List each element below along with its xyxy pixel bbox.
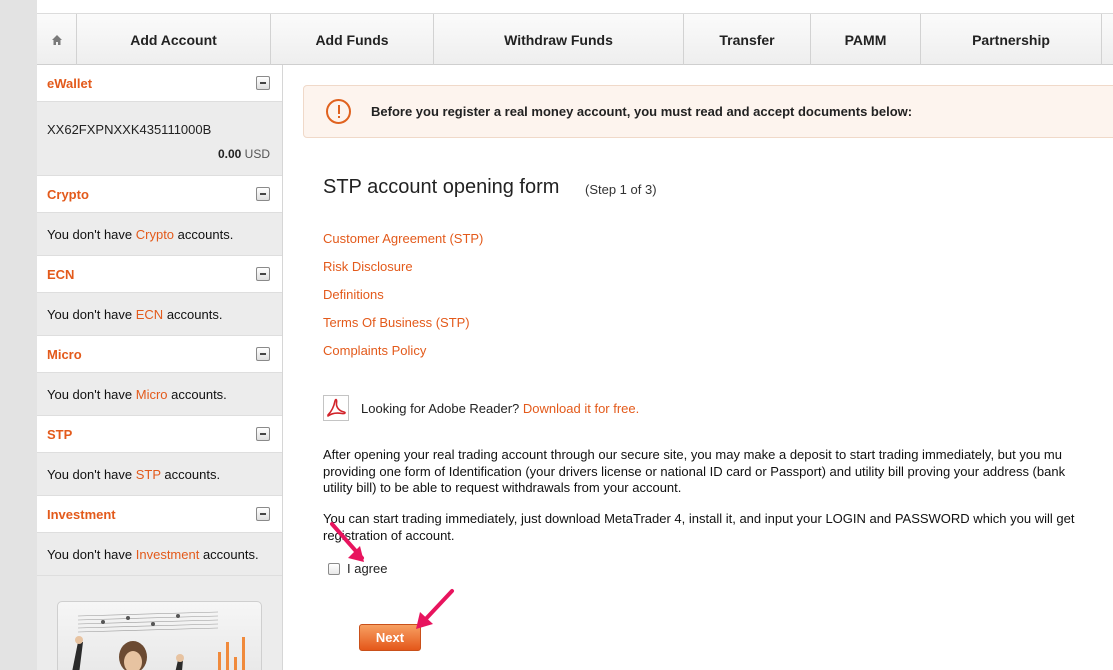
collapse-icon[interactable] bbox=[256, 267, 270, 281]
doc-link-risk-disclosure[interactable]: Risk Disclosure bbox=[323, 259, 413, 274]
step-indicator: (Step 1 of 3) bbox=[585, 182, 657, 197]
ewallet-body: XX62FXPNXXK435111000B 0.00 USD bbox=[37, 102, 282, 176]
investment-message: You don't have Investment accounts. bbox=[47, 547, 259, 562]
paragraph-line: utility bill) to be able to request with… bbox=[323, 480, 682, 495]
ecn-message: You don't have ECN accounts. bbox=[47, 307, 222, 322]
page-title: STP account opening form bbox=[323, 176, 560, 198]
doc-link-customer-agreement[interactable]: Customer Agreement (STP) bbox=[323, 231, 483, 246]
account-type-link[interactable]: STP bbox=[136, 467, 161, 482]
home-icon bbox=[51, 34, 62, 45]
investment-body: You don't have Investment accounts. bbox=[37, 533, 282, 576]
nav-pamm[interactable]: PAMM bbox=[811, 14, 921, 65]
annotation-arrow-icon bbox=[416, 589, 454, 629]
collapse-icon[interactable] bbox=[256, 76, 270, 90]
paragraph-line: After opening your real trading account … bbox=[323, 447, 1062, 462]
investment-header: Investment bbox=[37, 496, 282, 533]
paragraph-line: providing one form of Identification (yo… bbox=[323, 463, 1066, 479]
top-strip bbox=[37, 0, 1113, 14]
crypto-message: You don't have Crypto accounts. bbox=[47, 227, 233, 242]
account-type-link[interactable]: Crypto bbox=[136, 227, 174, 242]
adobe-reader-download-link[interactable]: Download it for free. bbox=[523, 401, 639, 416]
main-content: Before you register a real money account… bbox=[284, 65, 1113, 670]
ewallet-header: eWallet bbox=[37, 65, 282, 102]
ewallet-balance: 0.00 USD bbox=[218, 147, 270, 161]
collapse-icon[interactable] bbox=[256, 427, 270, 441]
promo-image bbox=[72, 611, 245, 670]
paragraph-line: registration of account. bbox=[323, 527, 455, 543]
crypto-body: You don't have Crypto accounts. bbox=[37, 213, 282, 256]
ewallet-balance-value: 0.00 bbox=[217, 147, 242, 161]
nav-transfer[interactable]: Transfer bbox=[684, 14, 811, 65]
notice-text: Before you register a real money account… bbox=[371, 104, 913, 119]
message-prefix: You don't have bbox=[47, 466, 136, 482]
pdf-icon bbox=[323, 395, 349, 421]
app-window: Add Account Add Funds Withdraw Funds Tra… bbox=[37, 0, 1113, 670]
crypto-title: Crypto bbox=[47, 186, 89, 202]
ecn-title: ECN bbox=[47, 266, 75, 282]
adobe-reader-prompt: Looking for Adobe Reader? Download it fo… bbox=[361, 401, 639, 416]
adobe-reader-text: Looking for Adobe Reader? bbox=[361, 401, 520, 416]
message-suffix: accounts. bbox=[160, 466, 221, 482]
investment-title: Investment bbox=[47, 506, 116, 522]
stp-title: STP bbox=[47, 426, 73, 442]
account-type-link[interactable]: Micro bbox=[136, 387, 168, 402]
stp-message: You don't have STP accounts. bbox=[47, 467, 220, 482]
nav-add-funds[interactable]: Add Funds bbox=[271, 14, 434, 65]
micro-title: Micro bbox=[47, 346, 82, 362]
ecn-body: You don't have ECN accounts. bbox=[37, 293, 282, 336]
stp-body: You don't have STP accounts. bbox=[37, 453, 282, 496]
message-prefix: You don't have bbox=[47, 546, 136, 562]
doc-link-complaints-policy[interactable]: Complaints Policy bbox=[323, 343, 426, 358]
collapse-icon[interactable] bbox=[256, 347, 270, 361]
micro-message: You don't have Micro accounts. bbox=[47, 387, 227, 402]
info-paragraph-1: After opening your real trading account … bbox=[323, 447, 1113, 497]
message-prefix: You don't have bbox=[47, 386, 136, 402]
doc-link-definitions[interactable]: Definitions bbox=[323, 287, 384, 302]
promo-banner[interactable] bbox=[57, 601, 262, 670]
top-nav: Add Account Add Funds Withdraw Funds Tra… bbox=[37, 14, 1113, 65]
stp-header: STP bbox=[37, 416, 282, 453]
message-prefix: You don't have bbox=[47, 306, 136, 322]
collapse-icon[interactable] bbox=[256, 187, 270, 201]
notice-banner: Before you register a real money account… bbox=[303, 85, 1113, 138]
message-suffix: accounts. bbox=[199, 546, 259, 562]
ecn-header: ECN bbox=[37, 256, 282, 293]
account-type-link[interactable]: Investment bbox=[136, 547, 200, 562]
account-type-link[interactable]: ECN bbox=[136, 307, 163, 322]
ewallet-currency: USD bbox=[244, 147, 270, 161]
nav-withdraw-funds[interactable]: Withdraw Funds bbox=[434, 14, 684, 65]
sidebar: eWallet XX62FXPNXXK435111000B 0.00 USD C… bbox=[37, 65, 283, 670]
message-suffix: accounts. bbox=[174, 226, 234, 242]
nav-home-button[interactable] bbox=[37, 14, 77, 65]
ewallet-account-id: XX62FXPNXXK435111000B bbox=[47, 122, 212, 137]
nav-add-account[interactable]: Add Account bbox=[77, 14, 271, 65]
collapse-icon[interactable] bbox=[256, 507, 270, 521]
micro-body: You don't have Micro accounts. bbox=[37, 373, 282, 416]
message-prefix: You don't have bbox=[47, 226, 136, 242]
warning-icon bbox=[326, 99, 351, 124]
info-paragraph-2: You can start trading immediately, just … bbox=[323, 511, 1113, 544]
annotation-arrow-icon bbox=[330, 522, 364, 562]
message-suffix: accounts. bbox=[163, 306, 223, 322]
crypto-header: Crypto bbox=[37, 176, 282, 213]
nav-partnership[interactable]: Partnership bbox=[921, 14, 1102, 65]
paragraph-line: You can start trading immediately, just … bbox=[323, 511, 1075, 526]
message-suffix: accounts. bbox=[167, 386, 227, 402]
ewallet-title: eWallet bbox=[47, 75, 93, 91]
doc-link-terms-of-business[interactable]: Terms Of Business (STP) bbox=[323, 315, 470, 330]
micro-header: Micro bbox=[37, 336, 282, 373]
